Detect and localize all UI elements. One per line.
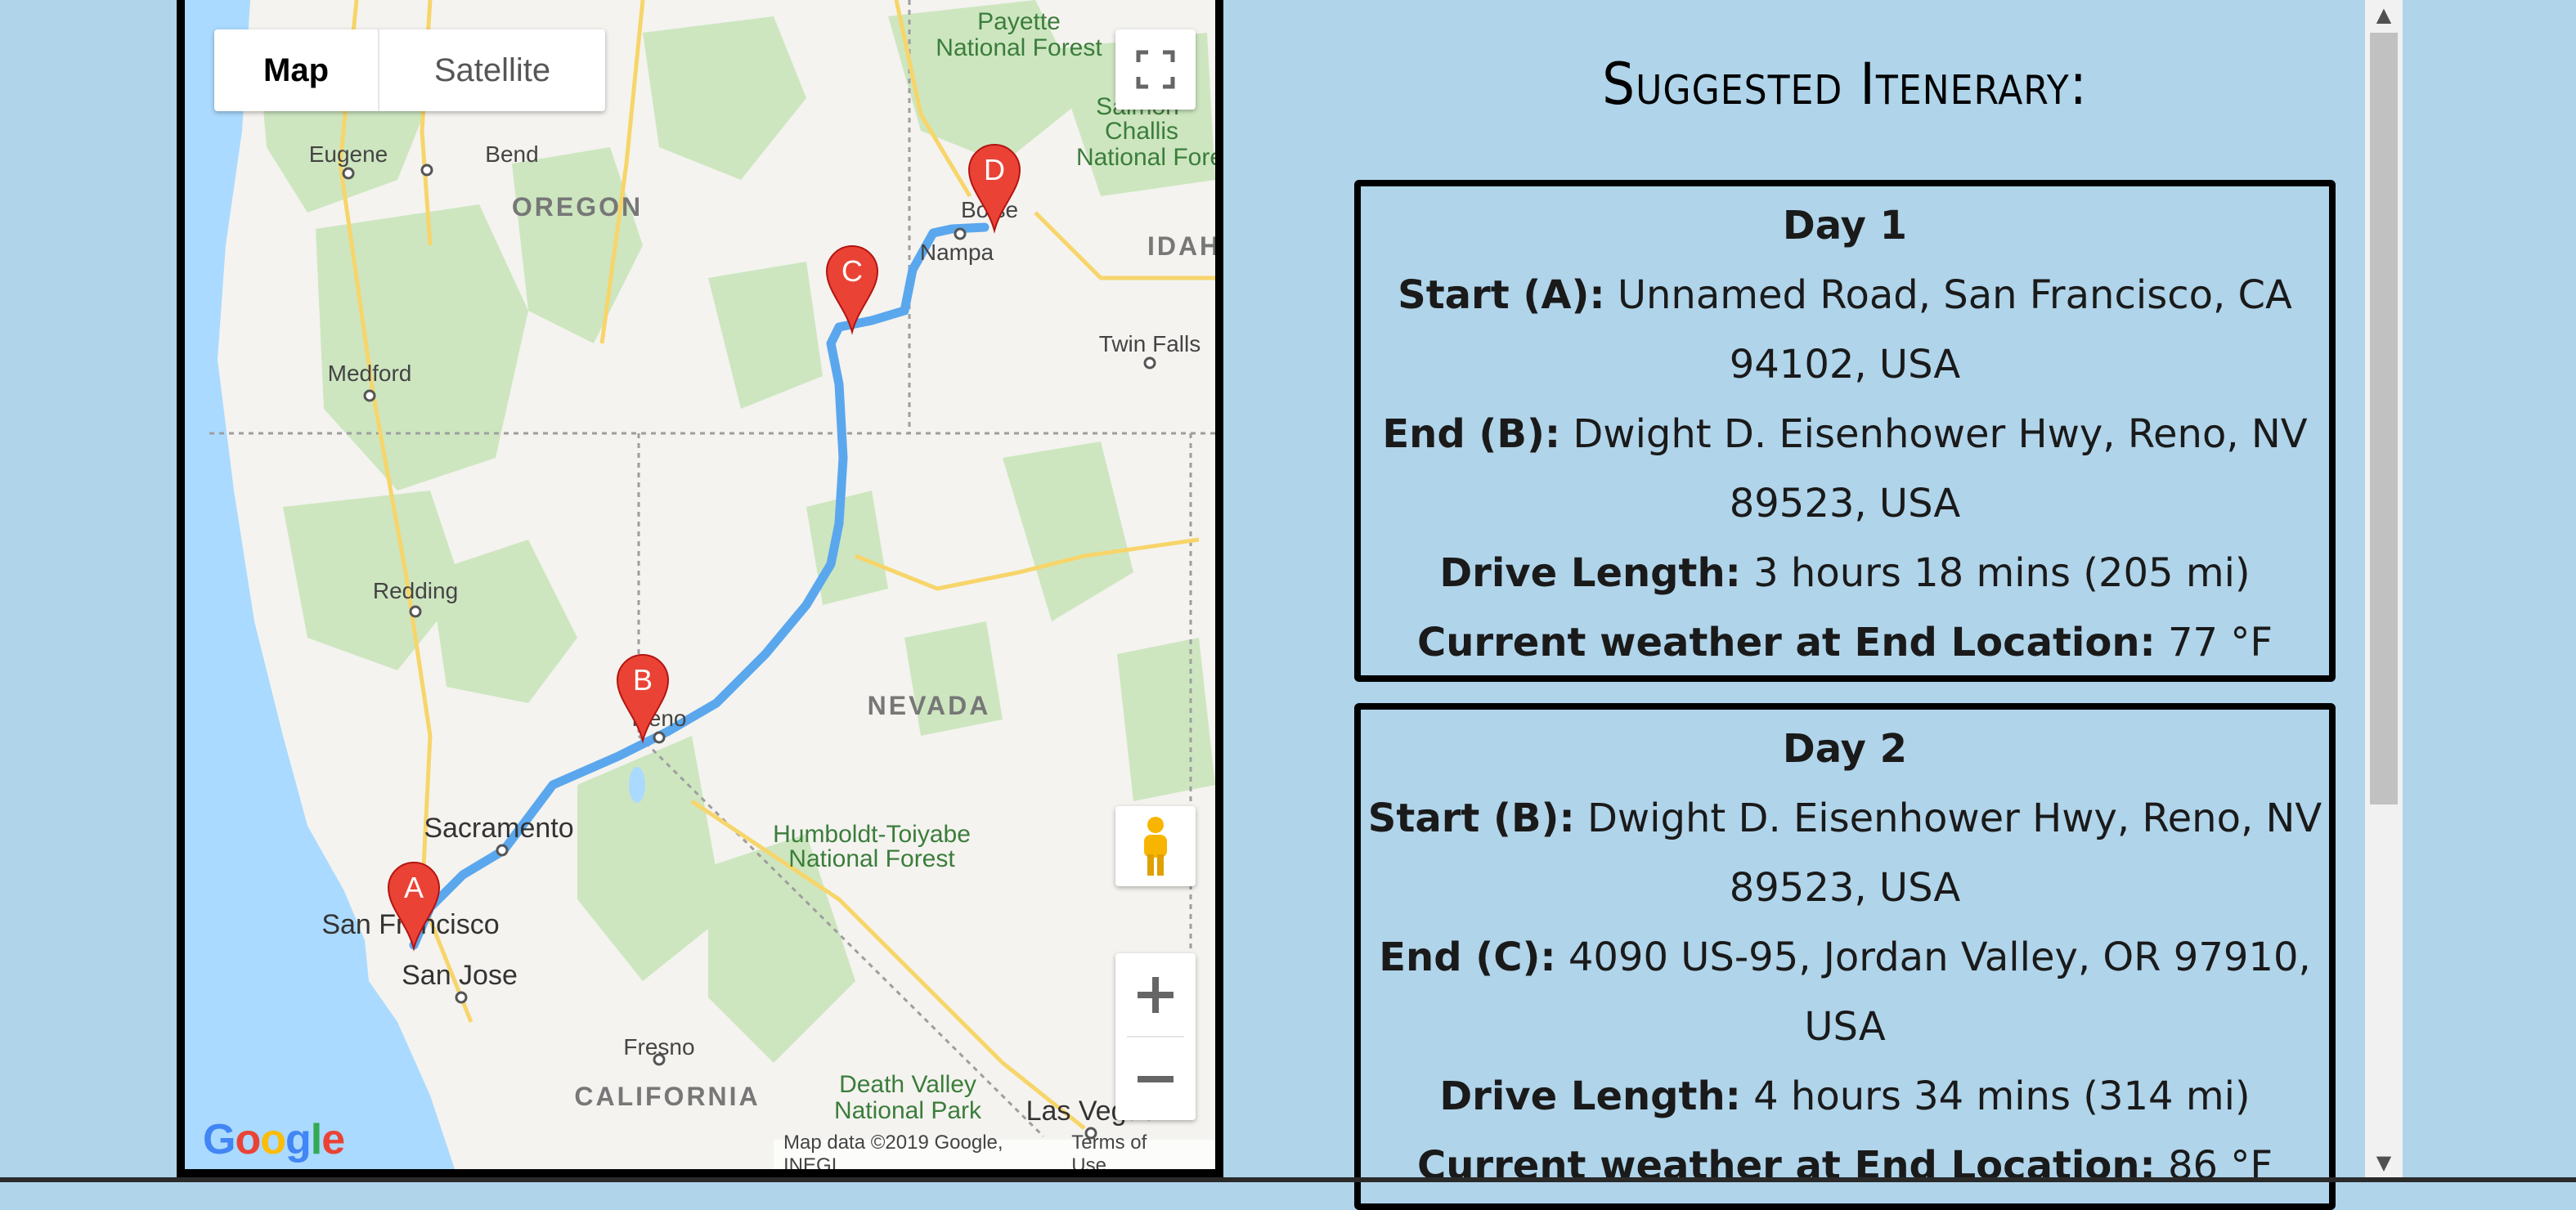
end-label: End (B):: [1382, 411, 1561, 457]
marker-label: C: [841, 254, 863, 288]
map[interactable]: Eugene Bend Medford Redding Reno Fresno …: [177, 0, 1223, 1177]
weather-label: Current weather at End Location:: [1417, 620, 2156, 666]
place-fresno: Fresno: [623, 1034, 694, 1060]
place-nevada: NEVADA: [868, 691, 991, 720]
end-value: 4090 US-95, Jordan Valley, OR 97910, USA: [1568, 934, 2311, 1050]
place-twin-falls: Twin Falls: [1099, 331, 1200, 356]
place-bend: Bend: [485, 141, 538, 167]
start-row: Start (B): Dwight D. Eisenhower Hwy, Ren…: [1361, 784, 2329, 923]
fullscreen-button[interactable]: [1115, 29, 1196, 110]
day-card: Day 1 Start (A): Unnamed Road, San Franc…: [1354, 180, 2336, 682]
drive-row: Drive Length: 4 hours 34 mins (314 mi): [1361, 1062, 2329, 1132]
place-medford: Medford: [328, 361, 412, 386]
map-canvas[interactable]: Eugene Bend Medford Redding Reno Fresno …: [185, 0, 1215, 1169]
place-sacramento: Sacramento: [424, 813, 573, 844]
place-challis-nf: National Fore: [1076, 144, 1215, 171]
place-payette: Payette: [977, 8, 1061, 35]
zoom-out-button[interactable]: [1115, 1037, 1196, 1120]
drive-label: Drive Length:: [1439, 550, 1741, 596]
drive-label: Drive Length:: [1439, 1073, 1741, 1119]
start-value: Dwight D. Eisenhower Hwy, Reno, NV 89523…: [1586, 795, 2322, 911]
minus-icon: [1138, 1075, 1174, 1082]
drive-row: Drive Length: 3 hours 18 mins (205 mi): [1361, 539, 2329, 608]
place-humboldt-nf: National Forest: [788, 845, 955, 872]
start-label: Start (B):: [1367, 795, 1575, 841]
place-eugene: Eugene: [309, 141, 388, 167]
zoom-in-button[interactable]: [1115, 953, 1196, 1036]
place-san-jose: San Jose: [402, 960, 518, 991]
terms-of-use-link[interactable]: Terms of Use: [1071, 1132, 1181, 1169]
day-title: Day 2: [1782, 726, 1908, 772]
place-idaho: IDAHO: [1147, 231, 1215, 261]
end-row: End (B): Dwight D. Eisenhower Hwy, Reno,…: [1361, 400, 2329, 539]
window-bottom-edge: [0, 1177, 2576, 1182]
place-payette-nf: National Forest: [936, 34, 1102, 61]
start-label: Start (A):: [1398, 272, 1605, 318]
map-view-button[interactable]: Map: [214, 29, 379, 111]
marker-label: B: [633, 663, 653, 697]
place-nampa: Nampa: [920, 240, 994, 265]
place-death-valley: Death Valley: [839, 1071, 976, 1098]
plus-icon: [1138, 976, 1174, 1013]
end-value: Dwight D. Eisenhower Hwy, Reno, NV 89523…: [1573, 411, 2308, 527]
map-data-credit: Map data ©2019 Google, INEGI: [783, 1132, 1003, 1176]
fullscreen-icon: [1136, 50, 1175, 89]
start-row: Start (A): Unnamed Road, San Francisco, …: [1361, 261, 2329, 400]
weather-value: 77 °F: [2168, 620, 2273, 666]
end-label: End (C):: [1379, 934, 1556, 980]
pegman-icon: [1144, 817, 1167, 876]
marker-label: D: [984, 153, 1005, 186]
day-title: Day 1: [1782, 203, 1908, 249]
weather-row: Current weather at End Location: 77 °F: [1361, 608, 2329, 678]
itinerary-title: Suggested Itenerary:: [1602, 51, 2088, 118]
satellite-view-button[interactable]: Satellite: [379, 29, 605, 111]
zoom-control: [1115, 953, 1196, 1120]
drive-value: 3 hours 18 mins (205 mi): [1753, 550, 2251, 596]
place-oregon: OREGON: [512, 192, 643, 222]
start-value: Unnamed Road, San Francisco, CA 94102, U…: [1617, 272, 2292, 388]
place-challis: Challis: [1105, 118, 1178, 145]
drive-value: 4 hours 34 mins (314 mi): [1753, 1073, 2251, 1119]
google-logo: Google: [203, 1116, 345, 1163]
end-row: End (C): 4090 US-95, Jordan Valley, OR 9…: [1361, 923, 2329, 1062]
map-type-control: Map Satellite: [214, 29, 605, 111]
place-humboldt: Humboldt-Toiyabe: [773, 821, 971, 848]
scrollbar-thumb[interactable]: [2370, 33, 2398, 804]
day-card: Day 2 Start (B): Dwight D. Eisenhower Hw…: [1354, 703, 2336, 1210]
street-view-pegman[interactable]: [1115, 806, 1196, 886]
map-attribution: Map data ©2019 Google, INEGI Terms of Us…: [774, 1132, 1215, 1169]
weather-row: Current weather at End Location: 86 °F: [1361, 1132, 2329, 1201]
scroll-up-arrow-icon[interactable]: ▲: [2365, 0, 2403, 29]
place-redding: Redding: [373, 578, 458, 603]
marker-label: A: [404, 871, 424, 904]
place-death-valley-np: National Park: [834, 1097, 982, 1124]
place-california: CALIFORNIA: [574, 1082, 760, 1111]
scroll-down-arrow-icon[interactable]: ▼: [2365, 1148, 2403, 1177]
